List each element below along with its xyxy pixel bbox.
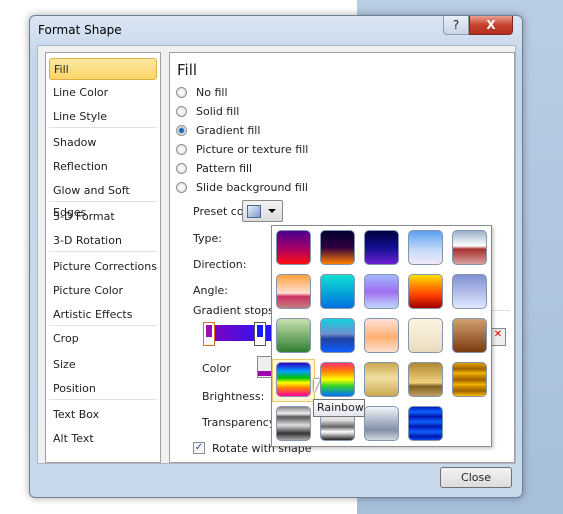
preset-gradient-tile[interactable]: [320, 362, 355, 397]
fill-option-label: No fill: [196, 86, 228, 99]
fill-option-radio[interactable]: Solid fill: [176, 105, 239, 118]
sidebar-divider: [49, 201, 157, 202]
preset-gradient-tile[interactable]: [276, 362, 311, 397]
sidebar-item[interactable]: Position: [49, 378, 157, 400]
sidebar-item[interactable]: Picture Corrections: [49, 256, 157, 278]
gradient-stops-label: Gradient stops: [193, 304, 274, 317]
remove-stop-icon[interactable]: ✕: [490, 328, 506, 346]
help-button[interactable]: ?: [443, 16, 469, 35]
chevron-down-icon: [268, 209, 276, 217]
preset-gradient-tile[interactable]: [364, 318, 399, 353]
sidebar-item[interactable]: Picture Color: [49, 280, 157, 302]
sidebar-item[interactable]: Reflection: [49, 156, 157, 178]
tooltip: Rainbow: [313, 399, 365, 417]
close-icon[interactable]: X: [469, 16, 513, 35]
sidebar-divider: [49, 251, 157, 252]
fill-option-label: Pattern fill: [196, 162, 253, 175]
sidebar-item[interactable]: Fill: [49, 58, 157, 80]
sidebar-item[interactable]: Artistic Effects: [49, 304, 157, 326]
sidebar-item[interactable]: Shadow: [49, 132, 157, 154]
fill-option-radio[interactable]: No fill: [176, 86, 228, 99]
brightness-label: Brightness:: [202, 390, 265, 403]
preset-gradient-tile[interactable]: [408, 274, 443, 309]
sidebar-item[interactable]: 3-D Format: [49, 206, 157, 228]
rotate-with-shape-checkbox[interactable]: ✓: [193, 442, 205, 454]
gradient-stop-1[interactable]: [203, 322, 215, 346]
preset-gradient-tile[interactable]: [364, 230, 399, 265]
mouse-cursor-icon: [314, 379, 320, 393]
direction-label: Direction:: [193, 258, 247, 271]
fill-option-radio[interactable]: Pattern fill: [176, 162, 252, 175]
radio-button[interactable]: [176, 144, 187, 155]
close-button[interactable]: Close: [440, 467, 512, 488]
angle-label: Angle:: [193, 284, 229, 297]
preset-gradient-tile[interactable]: [408, 230, 443, 265]
preset-gradient-tile[interactable]: [276, 230, 311, 265]
radio-button[interactable]: [176, 106, 187, 117]
preset-gradient-tile[interactable]: [320, 274, 355, 309]
preset-gradient-tile[interactable]: [408, 406, 443, 441]
sidebar-item[interactable]: Line Style: [49, 106, 157, 128]
fill-option-label: Solid fill: [196, 105, 240, 118]
sidebar-divider: [49, 399, 157, 400]
transparency-label: Transparency: [202, 416, 276, 429]
fill-option-label: Slide background fill: [196, 181, 308, 194]
sidebar-item[interactable]: Crop: [49, 328, 157, 350]
preset-gradient-tile[interactable]: [452, 318, 487, 353]
preset-gradient-tile[interactable]: [452, 362, 487, 397]
preset-gradient-tile[interactable]: [408, 318, 443, 353]
radio-button[interactable]: [176, 182, 187, 193]
preset-gradient-tile[interactable]: [276, 318, 311, 353]
sidebar-item[interactable]: Glow and Soft Edges: [49, 180, 157, 219]
preset-gradient-tile[interactable]: [452, 274, 487, 309]
fill-option-radio[interactable]: Gradient fill: [176, 124, 260, 137]
preset-gradient-tile[interactable]: [408, 362, 443, 397]
fill-option-radio[interactable]: Slide background fill: [176, 181, 308, 194]
dialog-title: Format Shape: [38, 23, 122, 37]
radio-button[interactable]: [176, 125, 187, 136]
fill-option-label: Picture or texture fill: [196, 143, 309, 156]
sidebar-item[interactable]: Size: [49, 354, 157, 376]
sidebar-item[interactable]: 3-D Rotation: [49, 230, 157, 252]
preset-swatch-icon: [247, 205, 261, 218]
preset-gradient-tile[interactable]: [364, 362, 399, 397]
preset-gradient-tile[interactable]: [364, 406, 399, 441]
preset-gradient-tile[interactable]: [276, 274, 311, 309]
preset-gradient-tile[interactable]: [364, 274, 399, 309]
sidebar-divider: [49, 325, 157, 326]
preset-gradient-tile[interactable]: [320, 318, 355, 353]
preset-colors-dropdown[interactable]: [242, 200, 283, 222]
sidebar-item[interactable]: Text Box: [49, 404, 157, 426]
type-label: Type:: [193, 232, 222, 245]
sidebar-item[interactable]: Line Color: [49, 82, 157, 104]
sidebar-item[interactable]: Alt Text: [49, 428, 157, 450]
radio-button[interactable]: [176, 163, 187, 174]
fill-option-radio[interactable]: Picture or texture fill: [176, 143, 308, 156]
radio-button[interactable]: [176, 87, 187, 98]
sidebar: Fill Line Color Line Style Shadow Reflection…: [45, 52, 161, 463]
fill-option-label: Gradient fill: [196, 124, 261, 137]
color-label: Color: [202, 362, 231, 375]
preset-gradient-tile[interactable]: [276, 406, 311, 441]
preset-gradient-tile[interactable]: [320, 230, 355, 265]
sidebar-divider: [49, 127, 157, 128]
gradient-stop-2[interactable]: [254, 322, 266, 346]
preset-gradient-tile[interactable]: [452, 230, 487, 265]
panel-heading: Fill: [177, 61, 198, 79]
